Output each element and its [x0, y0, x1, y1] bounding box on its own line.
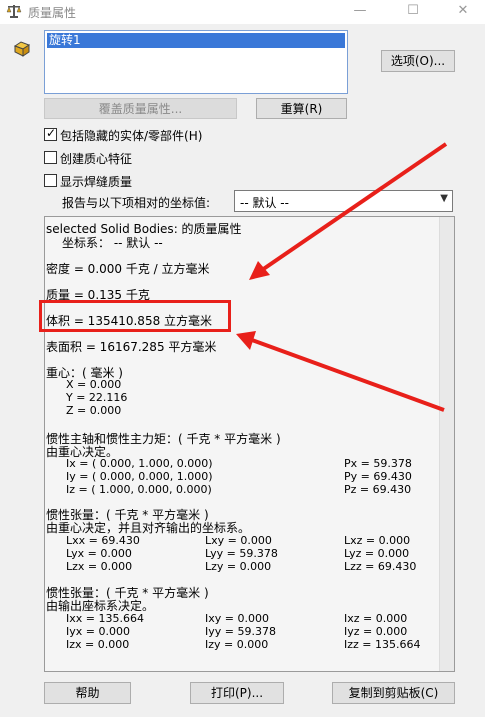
- copy-to-clipboard-button[interactable]: 复制到剪贴板(C): [332, 682, 455, 704]
- annotation-arrow-lower: [251, 338, 445, 412]
- print-button[interactable]: 打印(P)...: [190, 682, 284, 704]
- arrow-head-lower: [236, 331, 256, 350]
- help-button[interactable]: 帮助: [44, 682, 131, 704]
- annotation-arrows: [236, 142, 448, 412]
- arrow-head-upper: [249, 261, 270, 280]
- annotation-arrow-upper: [260, 142, 448, 272]
